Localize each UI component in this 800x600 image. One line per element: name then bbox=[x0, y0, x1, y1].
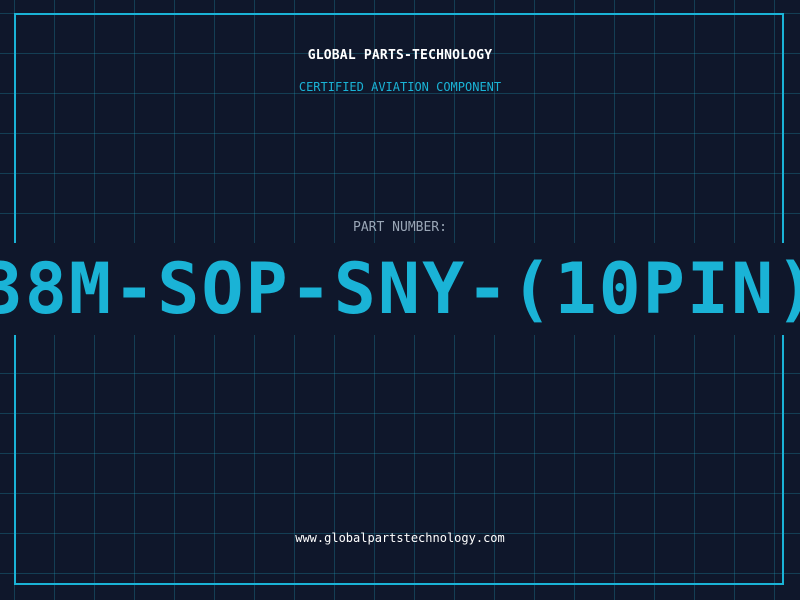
part-number-label: PART NUMBER: bbox=[353, 220, 447, 235]
part-number-band: 38M-SOP-SNY-(10PIN) bbox=[0, 243, 800, 335]
website-url: www.globalpartstechnology.com bbox=[295, 531, 505, 545]
certification-subtitle: CERTIFIED AVIATION COMPONENT bbox=[298, 80, 502, 94]
part-number-value: 38M-SOP-SNY-(10PIN) bbox=[0, 248, 800, 330]
brand-title: GLOBAL PARTS-TECHNOLOGY bbox=[307, 48, 493, 63]
part-label-card: GLOBAL PARTS-TECHNOLOGY CERTIFIED AVIATI… bbox=[0, 0, 800, 600]
